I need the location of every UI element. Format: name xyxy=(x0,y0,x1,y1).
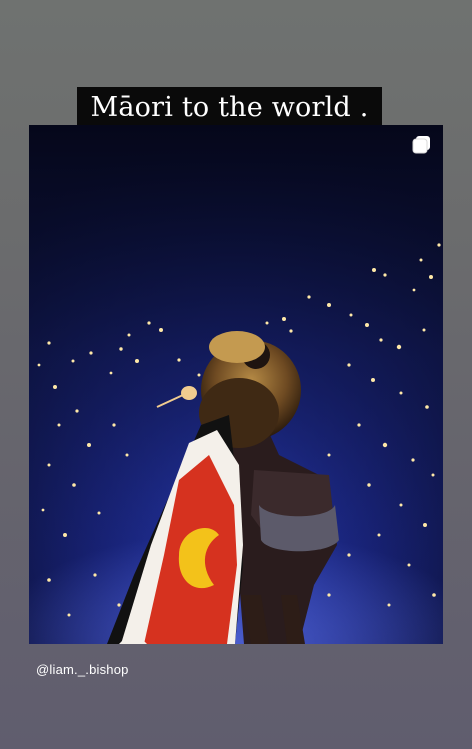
shared-post-photo[interactable] xyxy=(29,125,443,644)
story-caption: Māori to the world . xyxy=(90,91,369,123)
credit-handle-link[interactable]: @liam._.bishop xyxy=(36,662,129,677)
story-view: Māori to the world . @liam._.bishop xyxy=(0,0,472,749)
multiple-media-icon[interactable] xyxy=(412,136,430,154)
caption-banner: Māori to the world . xyxy=(77,87,382,127)
concert-photo-illustration xyxy=(29,125,443,644)
